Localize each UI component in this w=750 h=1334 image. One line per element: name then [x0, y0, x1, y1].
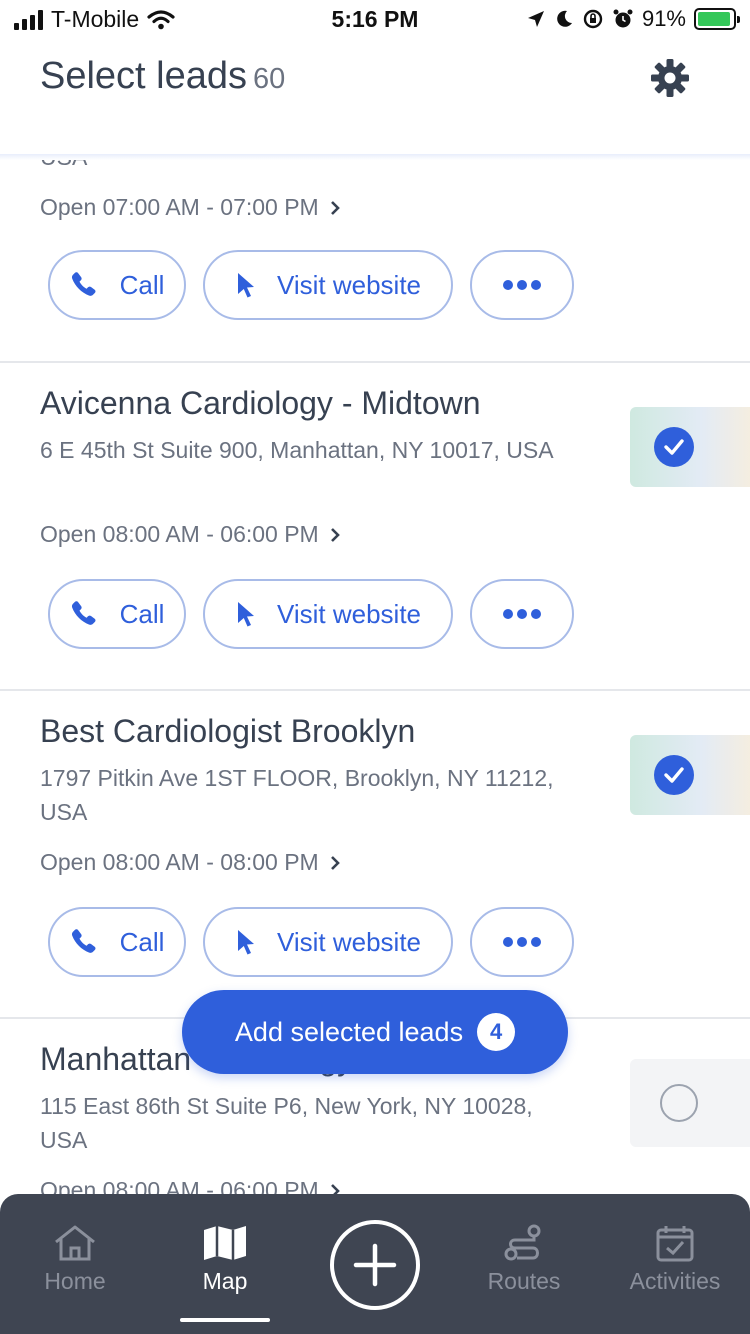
add-selected-leads-button[interactable]: Add selected leads 4 — [182, 990, 568, 1074]
lead-hours[interactable]: Open 08:00 AM - 08:00 PM — [40, 849, 341, 876]
tab-home-label: Home — [44, 1268, 106, 1294]
checkmark-icon — [654, 427, 694, 467]
header: Select leads 60 — [0, 42, 750, 154]
call-button[interactable]: Call — [48, 250, 186, 320]
phone-icon — [71, 601, 96, 625]
cursor-arrow-icon — [237, 602, 254, 627]
visit-website-label: Visit website — [276, 598, 422, 629]
ellipsis-icon — [503, 280, 541, 290]
tab-map-label: Map — [202, 1268, 248, 1294]
alarm-icon — [613, 9, 633, 28]
location-arrow-icon — [527, 11, 544, 27]
more-options-button[interactable] — [470, 579, 574, 649]
lead-name: Best Cardiologist Brooklyn — [40, 713, 416, 749]
lead-select-toggle[interactable] — [630, 735, 750, 815]
add-button[interactable] — [330, 1220, 420, 1310]
chevron-right-icon — [330, 527, 340, 542]
lead-hours-text: Open 08:00 AM - 08:00 PM — [40, 849, 319, 875]
lead-select-toggle[interactable] — [630, 407, 750, 487]
lead-hours[interactable]: Open 08:00 AM - 06:00 PM — [40, 521, 341, 548]
phone-icon — [71, 272, 96, 296]
chevron-right-icon — [330, 1183, 340, 1194]
visit-website-label: Visit website — [276, 926, 422, 957]
plus-icon — [353, 1243, 397, 1287]
battery-icon — [694, 8, 740, 30]
call-button-label: Call — [119, 598, 165, 629]
phone-icon — [71, 929, 96, 953]
lead-name: Avicenna Cardiology - Midtown — [40, 385, 481, 421]
lead-address: USA — [40, 160, 570, 174]
route-icon — [504, 1224, 541, 1261]
cursor-arrow-icon — [237, 273, 254, 298]
lead-hours[interactable]: Open 07:00 AM - 07:00 PM — [40, 194, 341, 221]
chevron-right-icon — [330, 855, 340, 870]
call-button-label: Call — [119, 269, 165, 300]
page-title-text: Select leads — [40, 55, 248, 97]
add-selected-leads-label: Add selected leads — [234, 1016, 464, 1047]
lead-hours-text: Open 07:00 AM - 07:00 PM — [40, 194, 319, 220]
ellipsis-icon — [503, 937, 541, 947]
visit-website-button[interactable]: Visit website — [203, 907, 453, 977]
call-button-label: Call — [119, 926, 165, 957]
lead-card[interactable]: USA Open 07:00 AM - 07:00 PM Call Visit … — [0, 160, 750, 362]
map-icon — [204, 1226, 246, 1260]
battery-percent: 91% — [641, 6, 686, 31]
bottom-tab-bar: Home Map Routes Activities — [0, 1194, 750, 1334]
lead-card[interactable]: Best Cardiologist Brooklyn 1797 Pitkin A… — [0, 691, 750, 1017]
more-options-button[interactable] — [470, 907, 574, 977]
status-bar: T-Mobile 5:16 PM 91% — [0, 0, 750, 42]
tab-home[interactable]: Home — [0, 1224, 150, 1295]
lead-card[interactable]: Avicenna Cardiology - Midtown 6 E 45th S… — [0, 363, 750, 689]
lead-hours-text: Open 08:00 AM - 06:00 PM — [40, 1177, 319, 1194]
ellipsis-icon — [503, 609, 541, 619]
lead-count: 60 — [253, 63, 286, 95]
gear-icon[interactable] — [650, 58, 690, 98]
lead-address: 115 East 86th St Suite P6, New York, NY … — [40, 1093, 533, 1153]
lead-select-toggle[interactable] — [630, 1059, 750, 1147]
rotation-lock-icon — [583, 9, 603, 29]
calendar-check-icon — [656, 1226, 694, 1262]
visit-website-button[interactable]: Visit website — [203, 579, 453, 649]
moon-icon — [557, 10, 572, 27]
lead-address: 6 E 45th St Suite 900, Manhattan, NY 100… — [40, 437, 554, 463]
page-title: Select leads 60 — [40, 55, 285, 98]
active-tab-indicator — [180, 1318, 270, 1322]
chevron-right-icon — [330, 200, 340, 215]
tab-map[interactable]: Map — [150, 1224, 300, 1295]
call-button[interactable]: Call — [48, 907, 186, 977]
visit-website-label: Visit website — [276, 269, 422, 300]
call-button[interactable]: Call — [48, 579, 186, 649]
lead-hours[interactable]: Open 08:00 AM - 06:00 PM — [40, 1177, 341, 1194]
tab-activities-label: Activities — [629, 1268, 721, 1294]
checkmark-icon — [654, 755, 694, 795]
lead-hours-text: Open 08:00 AM - 06:00 PM — [40, 521, 319, 547]
selected-count-badge: 4 — [477, 1013, 516, 1051]
home-icon — [55, 1225, 95, 1261]
tab-routes-label: Routes — [487, 1268, 561, 1294]
visit-website-button[interactable]: Visit website — [203, 250, 453, 320]
more-options-button[interactable] — [470, 250, 574, 320]
tab-activities[interactable]: Activities — [600, 1224, 750, 1295]
unchecked-radio-icon — [660, 1084, 698, 1122]
cursor-arrow-icon — [237, 930, 254, 955]
lead-address: 1797 Pitkin Ave 1ST FLOOR, Brooklyn, NY … — [40, 765, 554, 825]
tab-routes[interactable]: Routes — [449, 1224, 599, 1295]
